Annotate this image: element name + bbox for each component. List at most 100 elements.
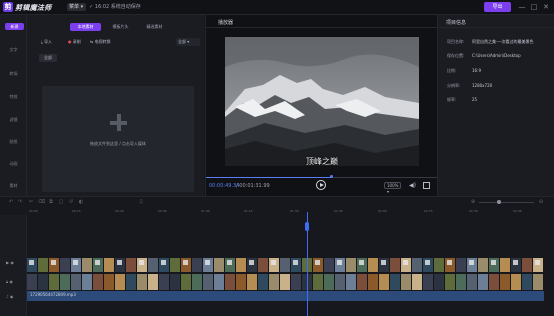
export-button[interactable]: 导出 [484,2,511,12]
sidebar-item-text[interactable]: 文字 [0,47,27,53]
music-icon[interactable]: ♫ [138,199,144,205]
minimize-icon[interactable]: — [518,3,526,11]
clip-thumb [148,258,158,272]
properties-title: 项目信息 [446,20,467,26]
import-icon: ⤓ [41,39,43,44]
play-icon[interactable] [316,180,326,190]
clip-thumb [533,274,543,290]
clip-thumb-highlight [117,260,122,265]
record-button[interactable]: ● 录制 [68,38,81,46]
menu-button[interactable]: 菜单 ▾ [67,3,86,11]
playhead-handle[interactable] [305,222,309,231]
tab-local-media[interactable]: 本地素材 [70,23,101,31]
tick-label: 02:00 [378,209,387,213]
clip-thumb-highlight [161,260,166,265]
sidebar-item-sticker[interactable]: 贴纸 [0,139,27,145]
prop-value: 1280x720 [472,83,493,88]
sidebar-item-filter[interactable]: 滤镜 [0,117,27,123]
delete-icon[interactable]: ⌫ [38,199,45,205]
sidebar-item-effects[interactable]: 特效 [0,94,27,100]
clip-thumb [49,274,59,290]
progress-knob[interactable] [330,175,333,178]
clip-thumb [192,258,202,272]
convert-icon: ⇆ [90,39,94,44]
clip-thumb [280,274,290,290]
crop-icon[interactable]: ▢ [58,199,64,205]
clip-thumb [126,274,136,290]
tick-label: 01:15 [244,209,253,213]
tab-featured-media[interactable]: 精选素材 [139,23,170,31]
sidebar-item-transition[interactable]: 转场 [0,71,27,77]
clip-thumb [467,274,477,290]
tick-label: 01:45 [334,209,343,213]
rotate-icon[interactable]: ↺ [68,199,74,205]
clip-thumb-highlight [271,260,276,265]
import-button[interactable]: ⤓ 导入 [41,38,52,46]
clip-thumb [82,274,92,290]
clip-thumb-highlight [469,260,474,265]
clip-thumb [214,274,224,290]
clip-thumb [236,274,246,290]
clip-thumb [346,258,356,272]
redo-icon[interactable]: ↷ [17,199,23,205]
maximize-icon[interactable]: □ [530,3,538,11]
clip-thumb [412,274,422,290]
clip-thumb [269,274,279,290]
clip-thumb [346,274,356,290]
clip-thumb [357,274,367,290]
color-icon[interactable]: ◐ [78,199,84,205]
dropzone-text: 拖放文件到这里 / 点击导入媒体 [90,141,146,146]
video-track-icon[interactable]: ▶ ◉ [6,259,20,266]
sidebar-new-button[interactable]: 新建 [5,23,24,30]
zoom-in-icon[interactable]: ⊕ [470,199,476,205]
fullscreen-icon[interactable] [423,182,430,189]
clip-thumb [489,274,499,290]
split-icon[interactable]: ✂ [28,199,34,205]
clip-thumb [324,258,334,272]
video-subtitle: 顶峰之巅 [306,157,338,166]
volume-icon[interactable]: ◀) [409,182,417,189]
video-preview[interactable] [225,37,419,166]
zoom-select[interactable]: 100% ▾ [384,182,401,194]
clip-thumb-highlight [73,260,78,265]
sidebar-item-animation[interactable]: 动画 [0,161,27,167]
video-track[interactable] [27,257,544,292]
lock-track-icon[interactable]: 🔒︎ ◉ [6,278,20,285]
clip-thumb [412,258,422,272]
timeline-zoom-slider[interactable] [479,202,534,203]
clip-thumb [456,258,466,272]
clip-thumb-highlight [293,260,298,265]
clip-thumb [478,274,488,290]
clip-thumb [456,274,466,290]
undo-icon[interactable]: ↶ [8,199,14,205]
video-clip-thumbnails[interactable] [27,257,544,292]
audio-track-icon[interactable]: ♪ ◉ [6,293,20,300]
clip-thumb-highlight [425,260,430,265]
prop-key: 项目名称: [447,39,465,44]
clip-thumb [137,274,147,290]
timeline-zoom-knob[interactable] [497,200,501,204]
filter-all-button[interactable]: 全部 [39,54,57,62]
app-name: 剪辑魔法师 [15,4,52,12]
sidebar-item-material[interactable]: 素材 [0,183,27,189]
add-media-icon[interactable] [110,114,127,131]
clip-thumb [324,274,334,290]
close-icon[interactable]: ✕ [542,3,550,11]
clip-thumb-highlight [535,260,540,265]
clip-thumb [115,274,125,290]
media-dropzone[interactable] [42,86,194,192]
sort-select[interactable]: 全部 ▾ [176,38,200,46]
app-logo-icon: 剪 [3,2,13,12]
clip-thumb [522,274,532,290]
convert-button[interactable]: ⇆ 电视转换 [90,38,111,46]
clip-thumb [104,258,114,272]
audio-clip-label: 17290564472809.mp3 [30,292,76,297]
clip-thumb-highlight [513,260,518,265]
prop-key: 帧率: [447,97,457,102]
audio-track-clip[interactable] [27,291,544,301]
clip-thumb [225,274,235,290]
clip-thumb [82,258,92,272]
tab-template-intro[interactable]: 模板片头 [105,23,136,31]
zoom-out-icon[interactable]: ⊖ [538,199,544,205]
copy-icon[interactable]: ⧉ [48,199,54,205]
